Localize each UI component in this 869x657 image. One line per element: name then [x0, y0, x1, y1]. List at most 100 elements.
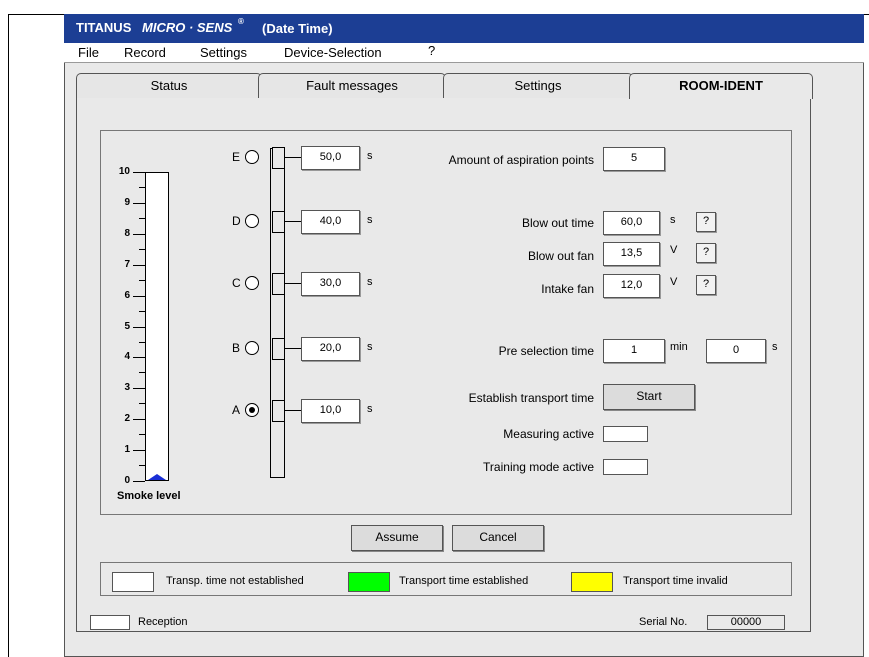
legend-label-established: Transport time established	[399, 575, 529, 587]
slider-connector	[285, 410, 301, 411]
slider-knob-c[interactable]	[272, 273, 285, 295]
amount-field[interactable]: 5	[603, 147, 665, 171]
point-letter-a: A	[232, 403, 241, 417]
tab-settings[interactable]: Settings	[443, 73, 633, 98]
smoke-tick-label: 5	[124, 321, 130, 332]
smoke-minor-tick	[139, 403, 145, 404]
pre-selection-min-field[interactable]: 1	[603, 339, 665, 363]
blow-out-time-help-button[interactable]: ?	[696, 212, 716, 232]
point-letter-b: B	[232, 341, 241, 355]
point-letter-e: E	[232, 150, 241, 164]
aspiration-slider-track[interactable]	[270, 148, 285, 478]
cancel-button[interactable]: Cancel	[452, 525, 544, 551]
intake-fan-field[interactable]: 12,0	[603, 274, 660, 298]
legend-swatch-not-established	[112, 572, 154, 592]
measuring-active-indicator	[603, 426, 648, 442]
smoke-minor-tick	[139, 218, 145, 219]
menu-device-selection[interactable]: Device-Selection	[284, 45, 382, 60]
point-time-unit: s	[367, 403, 373, 415]
smoke-minor-tick	[139, 342, 145, 343]
point-time-field-d[interactable]: 40,0	[301, 210, 360, 234]
slider-knob-d[interactable]	[272, 211, 285, 233]
point-radio-a[interactable]	[245, 403, 259, 417]
legend-swatch-invalid	[571, 572, 613, 592]
transport-time-label: Establish transport time	[468, 391, 594, 405]
pre-selection-sec-field[interactable]: 0	[706, 339, 766, 363]
point-time-field-b[interactable]: 20,0	[301, 337, 360, 361]
smoke-tick-label: 9	[124, 197, 130, 208]
smoke-major-tick	[133, 419, 145, 420]
blow-out-time-unit: s	[670, 214, 676, 226]
point-time-unit: s	[367, 214, 373, 226]
smoke-tick-label: 7	[124, 259, 130, 270]
room-ident-panel	[100, 130, 792, 515]
smoke-major-tick	[133, 388, 145, 389]
reception-indicator	[90, 615, 130, 630]
point-letter-c: C	[232, 276, 241, 290]
amount-label: Amount of aspiration points	[448, 153, 594, 167]
menu-help[interactable]: ?	[428, 43, 435, 58]
tab-room-ident[interactable]: ROOM-IDENT	[629, 73, 813, 99]
point-radio-b[interactable]	[245, 341, 259, 355]
tab-status[interactable]: Status	[76, 73, 262, 98]
smoke-tick-label: 0	[124, 475, 130, 486]
training-mode-label: Training mode active	[483, 460, 594, 474]
serial-number-label: Serial No.	[639, 616, 688, 628]
point-time-unit: s	[367, 150, 373, 162]
top-border-right	[864, 14, 869, 15]
smoke-minor-tick	[139, 434, 145, 435]
blow-out-fan-help-button[interactable]: ?	[696, 243, 716, 263]
blow-out-fan-label: Blow out fan	[527, 249, 594, 263]
left-border	[8, 14, 9, 657]
smoke-minor-tick	[139, 249, 145, 250]
pre-selection-label: Pre selection time	[498, 344, 594, 358]
top-border-left	[8, 14, 64, 15]
menu-settings[interactable]: Settings	[200, 45, 247, 60]
smoke-minor-tick	[139, 465, 145, 466]
smoke-tick-label: 3	[124, 382, 130, 393]
pre-selection-sec-unit: s	[772, 341, 778, 353]
assume-button[interactable]: Assume	[351, 525, 443, 551]
radio-selected-dot	[249, 407, 255, 413]
smoke-major-tick	[133, 234, 145, 235]
smoke-major-tick	[133, 357, 145, 358]
intake-fan-unit: V	[670, 276, 678, 288]
point-radio-d[interactable]	[245, 214, 259, 228]
smoke-minor-tick	[139, 280, 145, 281]
point-radio-e[interactable]	[245, 150, 259, 164]
point-time-unit: s	[367, 341, 373, 353]
intake-fan-label: Intake fan	[541, 282, 594, 296]
title-bar: TITANUS MICRO · SENS ® (Date Time)	[64, 14, 864, 43]
point-time-field-c[interactable]: 30,0	[301, 272, 360, 296]
point-time-field-e[interactable]: 50,0	[301, 146, 360, 170]
legend-label-not-established: Transp. time not established	[166, 575, 304, 587]
tab-fault-messages[interactable]: Fault messages	[258, 73, 446, 98]
menu-record[interactable]: Record	[124, 45, 166, 60]
slider-knob-b[interactable]	[272, 338, 285, 360]
smoke-minor-tick	[139, 372, 145, 373]
point-time-field-a[interactable]: 10,0	[301, 399, 360, 423]
blow-out-time-label: Blow out time	[521, 216, 594, 230]
smoke-major-tick	[133, 327, 145, 328]
smoke-tick-label: 6	[124, 290, 130, 301]
slider-connector	[285, 221, 301, 222]
point-time-unit: s	[367, 276, 373, 288]
smoke-tick-label: 8	[124, 228, 130, 239]
smoke-major-tick	[133, 481, 145, 482]
slider-connector	[285, 348, 301, 349]
title-product: MICRO · SENS	[142, 20, 233, 35]
start-button[interactable]: Start	[603, 384, 695, 410]
slider-knob-a[interactable]	[272, 400, 285, 422]
intake-fan-help-button[interactable]: ?	[696, 275, 716, 295]
title-registered: ®	[238, 17, 244, 26]
smoke-major-tick	[133, 265, 145, 266]
legend-swatch-established	[348, 572, 390, 592]
blow-out-time-field[interactable]: 60,0	[603, 211, 660, 235]
smoke-major-tick	[133, 172, 145, 173]
measuring-active-label: Measuring active	[503, 427, 594, 441]
point-radio-c[interactable]	[245, 276, 259, 290]
menu-file[interactable]: File	[78, 45, 99, 60]
point-letter-d: D	[232, 214, 241, 228]
blow-out-fan-field[interactable]: 13,5	[603, 242, 660, 266]
slider-knob-e[interactable]	[272, 147, 285, 169]
